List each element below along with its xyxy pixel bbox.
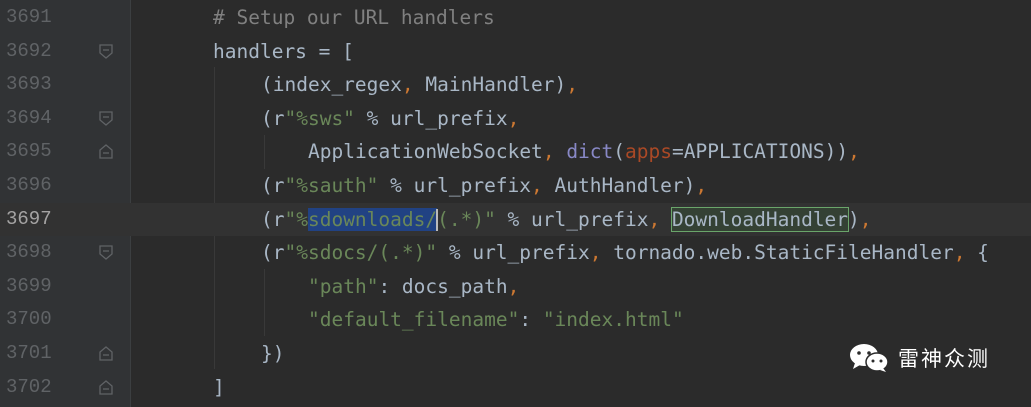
line-number: 3702: [6, 375, 52, 398]
code-token: handlers = [: [213, 39, 354, 63]
code-token: ,: [566, 73, 579, 97]
code-line-3691[interactable]: 3691 # Setup our URL handlers: [0, 1, 1031, 35]
code-text[interactable]: (r"%sws" % url_prefix,: [261, 102, 519, 136]
code-token: (index_regex: [261, 73, 402, 97]
code-token: # Setup our URL handlers: [213, 6, 495, 29]
line-number: 3701: [6, 342, 52, 364]
code-token: (.*)": [437, 207, 496, 231]
code-token: (r: [261, 207, 285, 231]
code-token: ,: [859, 207, 872, 231]
code-token: tornado.web.StaticFileHandler: [601, 241, 954, 265]
code-token: "%sdocs/(.*)": [284, 241, 438, 265]
code-line-3695[interactable]: 3695 ApplicationWebSocket, dict(apps=APP…: [0, 135, 1031, 169]
code-token: ,: [507, 274, 520, 298]
fold-open-icon[interactable]: [99, 43, 113, 59]
code-token: =APPLICATIONS)): [672, 140, 849, 164]
code-token: ]: [213, 375, 225, 399]
fold-close-icon[interactable]: [99, 144, 113, 160]
watermark-text: 雷神众测: [898, 347, 990, 371]
code-text[interactable]: handlers = [: [213, 35, 354, 69]
code-line-3692[interactable]: 3692 handlers = [: [0, 35, 1031, 69]
fold-close-icon[interactable]: [99, 379, 113, 395]
code-token: {: [965, 241, 989, 265]
fold-open-icon[interactable]: [99, 245, 113, 261]
line-number: 3700: [6, 308, 52, 331]
code-text[interactable]: "path": docs_path,: [308, 270, 519, 304]
code-token: (r: [261, 106, 285, 130]
code-token: ,: [695, 174, 708, 197]
code-token: (r: [261, 241, 285, 265]
code-token: % url_prefix: [378, 174, 532, 197]
fold-close-icon[interactable]: [99, 346, 113, 361]
code-token: DownloadHandler: [670, 206, 850, 232]
code-token: (: [613, 140, 626, 164]
code-text[interactable]: (r"%sauth" % url_prefix, AuthHandler),: [261, 169, 707, 203]
code-token: "%: [284, 207, 308, 231]
line-number: 3695: [6, 140, 52, 163]
code-text[interactable]: (r"%sdownloads/(.*)" % url_prefix, Downl…: [261, 203, 872, 237]
line-number: 3693: [6, 73, 52, 96]
code-text[interactable]: ApplicationWebSocket, dict(apps=APPLICAT…: [308, 135, 860, 169]
code-token: % url_prefix: [437, 241, 590, 265]
line-number: 3696: [6, 174, 52, 196]
code-token: ,: [507, 106, 520, 130]
code-token: "path": [308, 274, 379, 298]
code-token: % url_prefix: [354, 106, 508, 130]
code-token: "default_filename": [308, 308, 520, 332]
code-text[interactable]: # Setup our URL handlers: [213, 1, 495, 35]
code-token: ): [848, 207, 860, 231]
code-token: "index.html": [542, 308, 684, 332]
code-token: ,: [531, 174, 543, 197]
code-line-3699[interactable]: 3699 "path": docs_path,: [0, 270, 1031, 304]
code-line-3697[interactable]: 3697 (r"%sdownloads/(.*)" % url_prefix, …: [0, 202, 1031, 237]
code-token: ,: [648, 207, 661, 231]
code-text[interactable]: ]: [213, 371, 225, 405]
code-token: }): [261, 342, 285, 365]
fold-open-icon[interactable]: [99, 111, 113, 126]
code-line-3693[interactable]: 3693 (index_regex, MainHandler),: [0, 68, 1031, 102]
code-token: % url_prefix: [495, 207, 649, 231]
code-text[interactable]: "default_filename": "index.html": [308, 303, 684, 337]
code-token: ,: [401, 73, 414, 97]
wechat-icon: [850, 344, 889, 372]
code-token: : docs_path: [378, 274, 508, 298]
code-token: "%sauth": [284, 174, 379, 197]
code-editor[interactable]: 3691 # Setup our URL handlers 3692 handl…: [0, 0, 1031, 407]
code-text[interactable]: (r"%sdocs/(.*)" % url_prefix, tornado.we…: [261, 236, 989, 270]
code-token: sdownloads/: [307, 207, 438, 231]
code-token: ,: [589, 241, 602, 265]
code-token: ,: [848, 140, 860, 164]
code-token: apps: [625, 140, 672, 164]
code-token: ,: [953, 241, 966, 265]
line-number: 3699: [6, 274, 52, 297]
code-token: "%sws": [284, 106, 355, 130]
code-token: ,: [542, 140, 555, 164]
code-token: MainHandler): [413, 73, 567, 97]
code-token: dict: [566, 140, 614, 164]
code-line-3698[interactable]: 3698 (r"%sdocs/(.*)" % url_prefix, torna…: [0, 236, 1031, 270]
code-line-3696[interactable]: 3696 (r"%sauth" % url_prefix, AuthHandle…: [0, 169, 1031, 203]
line-number: 3694: [6, 106, 52, 129]
line-number: 3692: [6, 39, 52, 62]
code-line-3694[interactable]: 3694 (r"%sws" % url_prefix,: [0, 102, 1031, 136]
line-number: 3698: [6, 241, 52, 264]
code-token: ApplicationWebSocket: [308, 140, 543, 164]
code-text[interactable]: }): [261, 337, 284, 371]
code-text[interactable]: (index_regex, MainHandler),: [261, 68, 578, 102]
code-token: (r: [261, 174, 285, 197]
watermark: 雷神众测: [848, 340, 990, 376]
code-token: AuthHandler): [542, 174, 696, 197]
line-number: 3697: [6, 207, 52, 230]
line-number: 3691: [6, 6, 52, 28]
code-line-3700[interactable]: 3700 "default_filename": "index.html": [0, 303, 1031, 337]
code-token: :: [519, 308, 543, 332]
